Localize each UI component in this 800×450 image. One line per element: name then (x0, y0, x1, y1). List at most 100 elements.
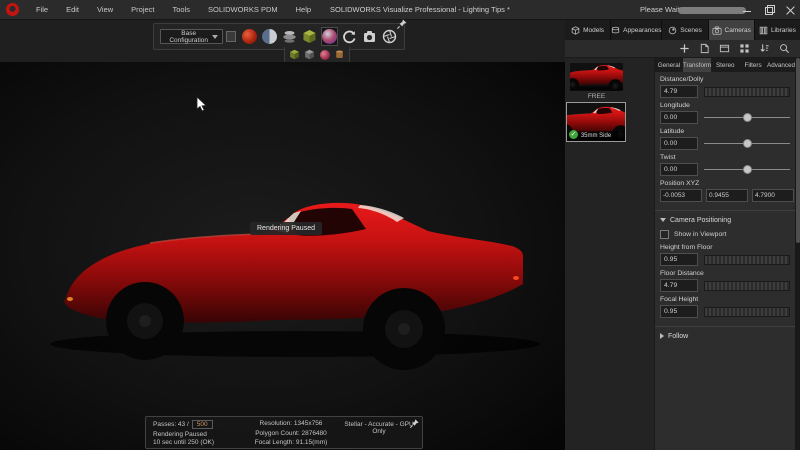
model-set-green-button[interactable] (289, 49, 301, 61)
tab-scenes[interactable]: Scenes (662, 20, 708, 40)
slider-handle[interactable] (743, 165, 752, 174)
height-from-floor-label: Height from Floor (660, 244, 713, 251)
longitude-input[interactable] (660, 111, 698, 124)
tab-stereo[interactable]: Stereo (711, 58, 739, 72)
latitude-input[interactable] (660, 137, 698, 150)
show-in-viewport-checkbox[interactable] (660, 230, 669, 239)
divider (655, 326, 795, 327)
menu-tools[interactable]: Tools (164, 0, 200, 20)
passes-limit-field[interactable]: 500 (191, 420, 213, 429)
floor-distance-slider[interactable] (704, 280, 790, 291)
follow-header[interactable]: Follow (660, 331, 790, 341)
restore-button[interactable] (764, 5, 775, 15)
model-set-gray-button[interactable] (304, 49, 316, 61)
render-output-button[interactable] (361, 27, 378, 46)
pin-icon[interactable] (409, 418, 420, 429)
position-y-input[interactable] (706, 189, 748, 202)
titlebar: File Edit View Project Tools SOLIDWORKS … (0, 0, 800, 20)
material-set-button[interactable] (334, 49, 346, 61)
floor-distance-label: Floor Distance (660, 270, 704, 277)
tab-cameras[interactable]: Cameras (708, 20, 754, 40)
focal-height-slider[interactable] (704, 306, 790, 317)
camera-item-free[interactable] (570, 63, 623, 91)
cameras-icon (712, 26, 722, 35)
twist-slider[interactable] (704, 163, 790, 176)
split-render-button[interactable] (261, 27, 278, 46)
models-button[interactable] (301, 27, 318, 46)
configuration-manager-icon[interactable] (226, 31, 236, 42)
pin-icon[interactable] (396, 18, 408, 30)
camera-item-35mm-side[interactable]: 35mm Side (566, 102, 626, 142)
tab-advanced[interactable]: Advanced (767, 58, 795, 72)
rendering-paused-overlay: Rendering Paused (250, 222, 322, 235)
viewport-top-strip: Base Configuration (0, 19, 565, 63)
render-countdown-text: 10 sec until 250 (OK) (153, 439, 215, 446)
camera-positioning-header[interactable]: Camera Positioning (660, 215, 790, 225)
scrollbar-thumb[interactable] (795, 58, 800, 243)
twist-input[interactable] (660, 163, 698, 176)
slider-handle[interactable] (743, 139, 752, 148)
tab-models[interactable]: Models (565, 20, 611, 40)
search-icon[interactable] (779, 43, 790, 54)
panel-scrollbar[interactable] (795, 58, 800, 450)
view-mode-button[interactable] (719, 43, 730, 54)
follow-label: Follow (668, 332, 689, 340)
add-camera-button[interactable] (679, 43, 690, 54)
close-button[interactable] (786, 5, 796, 15)
height-from-floor-input[interactable] (660, 253, 698, 266)
height-from-floor-slider[interactable] (704, 254, 790, 265)
sort-button[interactable] (759, 43, 770, 54)
appearances-button[interactable] (321, 27, 338, 46)
position-z-input[interactable] (752, 189, 794, 202)
distance-dolly-slider[interactable] (704, 86, 790, 97)
tab-general[interactable]: General (655, 58, 683, 72)
refresh-button[interactable] (341, 27, 358, 46)
render-status-left: Passes: 43 / 500 Rendering Paused 10 sec… (153, 420, 241, 446)
latitude-slider[interactable] (704, 137, 790, 150)
render-status-middle: Resolution: 1345x756 Polygon Count: 2876… (241, 420, 341, 446)
tab-appearances[interactable]: Appearances (611, 20, 662, 40)
slider-handle[interactable] (743, 113, 752, 122)
new-item-button[interactable] (699, 43, 710, 54)
passes-label: Passes: 43 / (153, 421, 189, 428)
tab-libraries[interactable]: Libraries (754, 20, 800, 40)
appearances-sphere-icon (322, 29, 337, 44)
menu-help[interactable]: Help (287, 0, 320, 20)
visualize-logo-icon (6, 3, 19, 16)
menu-view[interactable]: View (88, 0, 122, 20)
camera-box-icon (364, 31, 375, 42)
tab-filters[interactable]: Filters (739, 58, 767, 72)
configuration-dropdown[interactable]: Base Configuration (160, 29, 224, 44)
minimize-button[interactable] (742, 5, 752, 15)
tab-libraries-label: Libraries (770, 26, 796, 34)
longitude-slider[interactable] (704, 111, 790, 124)
focal-height-input[interactable] (660, 305, 698, 318)
appearance-set-button[interactable] (319, 49, 331, 61)
mouse-cursor (196, 96, 207, 112)
render-mode-button[interactable] (241, 27, 258, 46)
menu-project[interactable]: Project (122, 0, 163, 20)
expand-icon (660, 333, 664, 339)
palette-action-bar (565, 40, 800, 58)
turntable-button[interactable] (281, 27, 298, 46)
main-toolbar: Base Configuration (153, 19, 407, 50)
app-window: File Edit View Project Tools SOLIDWORKS … (0, 0, 800, 450)
position-xyz-label: Position XYZ (660, 180, 700, 187)
floor-distance-input[interactable] (660, 279, 698, 292)
tab-transform[interactable]: Transform (682, 58, 712, 72)
model-sets-toolbar (284, 47, 350, 63)
render-status-box: Passes: 43 / 500 Rendering Paused 10 sec… (145, 416, 423, 449)
resolution-text: Resolution: 1345x756 (259, 420, 323, 427)
distance-dolly-input[interactable] (660, 85, 698, 98)
show-in-viewport-row: Show in Viewport (660, 229, 790, 240)
position-x-input[interactable] (660, 189, 702, 202)
camera-thumbnail (570, 63, 623, 91)
menu-edit[interactable]: Edit (57, 0, 88, 20)
car-render (0, 62, 565, 450)
menu-solidworks-pdm[interactable]: SOLIDWORKS PDM (199, 0, 287, 20)
grid-view-button[interactable] (739, 43, 750, 54)
render-viewport[interactable]: Rendering Paused Passes: 43 / 500 Render… (0, 62, 565, 450)
menu-file[interactable]: File (27, 0, 57, 20)
chevron-down-icon (212, 34, 219, 39)
turntable-icon (283, 31, 296, 43)
